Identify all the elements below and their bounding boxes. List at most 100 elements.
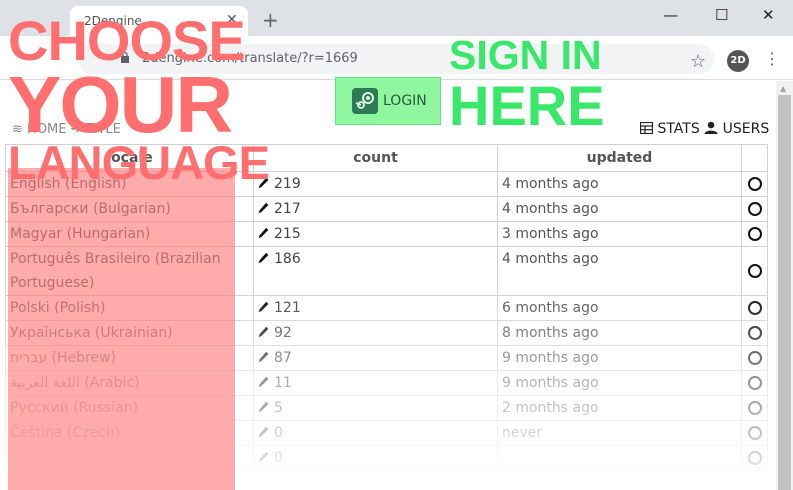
table-row[interactable]: Українська (Ukrainian) 92 8 months ago [5, 320, 768, 346]
locale-cell[interactable]: Português Brasileiro (Brazilian Portugue… [5, 246, 254, 296]
table-row[interactable]: Русский (Russian) 5 2 months ago [5, 395, 768, 421]
status-cell [741, 246, 768, 296]
users-link[interactable]: USERS [704, 121, 769, 137]
count-cell[interactable]: 217 [253, 196, 498, 222]
table-row[interactable]: Magyar (Hungarian) 215 3 months ago [5, 221, 768, 247]
circle-icon[interactable] [747, 451, 762, 465]
pencil-icon[interactable] [258, 202, 269, 214]
steam-icon [352, 88, 378, 114]
updated-cell: 3 months ago [497, 221, 742, 247]
pencil-icon[interactable] [258, 177, 269, 189]
count-cell[interactable]: 5 [253, 395, 498, 421]
locale-cell[interactable]: עברית (Hebrew) [5, 345, 254, 371]
circle-icon[interactable] [747, 376, 762, 390]
pencil-icon[interactable] [258, 426, 269, 438]
pencil-icon[interactable] [258, 227, 269, 239]
login-button[interactable]: LOGIN [335, 77, 441, 125]
locale-cell[interactable]: Русский (Russian) [5, 395, 254, 421]
new-tab-button[interactable]: + [262, 10, 279, 30]
stats-link[interactable]: STATS [639, 121, 700, 137]
status-cell [741, 221, 768, 247]
circle-icon[interactable] [747, 264, 762, 278]
table-row[interactable]: 0 [5, 445, 768, 471]
pencil-icon[interactable] [258, 376, 269, 388]
circle-icon[interactable] [747, 301, 762, 315]
table-row[interactable]: Български (Bulgarian) 217 4 months ago [5, 196, 768, 222]
updated-cell [497, 445, 742, 471]
circle-icon[interactable] [747, 227, 762, 241]
status-cell [741, 171, 768, 197]
updated-cell: 6 months ago [497, 295, 742, 321]
maximize-button[interactable]: ☐ [715, 6, 728, 24]
layers-icon: ≋ [12, 122, 23, 137]
circle-icon[interactable] [747, 401, 762, 415]
stats-label: STATS [657, 121, 700, 137]
locale-cell[interactable]: English (English) [5, 171, 254, 197]
table-row[interactable]: English (English) 219 4 months ago [5, 171, 768, 197]
table-row[interactable]: Čeština (Czech) 0 never [5, 420, 768, 446]
circle-icon[interactable] [747, 326, 762, 340]
locale-cell[interactable]: اللغة العربية (Arabic) [5, 370, 254, 396]
count-cell[interactable]: 0 [253, 420, 498, 446]
breadcrumb-title[interactable]: TITLE [86, 122, 121, 137]
locale-cell[interactable]: Polski (Polish) [5, 295, 254, 321]
column-header-updated[interactable]: updated [497, 144, 742, 172]
bookmark-star-icon[interactable]: ☆ [690, 53, 706, 71]
circle-icon[interactable] [747, 202, 762, 216]
updated-cell: 2 months ago [497, 395, 742, 421]
locale-cell[interactable]: Čeština (Czech) [5, 420, 254, 446]
count-value: 186 [274, 251, 301, 267]
url-text: 2dengine.com/translate/?r=1669 [142, 51, 358, 66]
page-scrollbar[interactable]: ▲ [776, 81, 793, 490]
tab-close-icon[interactable]: ✕ [226, 12, 238, 28]
circle-icon[interactable] [747, 351, 762, 365]
count-value: 217 [274, 201, 301, 217]
count-cell[interactable]: 87 [253, 345, 498, 371]
address-bar[interactable]: 2dengine.com/translate/?r=1669 [78, 44, 714, 74]
table-row[interactable]: Polski (Polish) 121 6 months ago [5, 295, 768, 321]
scroll-up-icon[interactable]: ▲ [780, 84, 786, 93]
pencil-icon[interactable] [258, 351, 269, 363]
circle-icon[interactable] [747, 177, 762, 191]
count-cell[interactable]: 215 [253, 221, 498, 247]
count-cell[interactable]: 121 [253, 295, 498, 321]
column-header-locale[interactable]: locale [5, 144, 254, 172]
pencil-icon[interactable] [258, 451, 269, 463]
pencil-icon[interactable] [258, 401, 269, 413]
circle-icon[interactable] [747, 426, 762, 440]
count-cell[interactable]: 92 [253, 320, 498, 346]
updated-cell: 9 months ago [497, 370, 742, 396]
status-cell [741, 445, 768, 471]
browser-tab[interactable]: 2Dengine [70, 6, 248, 36]
updated-cell: 8 months ago [497, 320, 742, 346]
pencil-icon[interactable] [258, 301, 269, 313]
count-value: 0 [274, 425, 283, 441]
count-value: 87 [274, 350, 292, 366]
browser-titlebar: 2Dengine ✕ + — ☐ ✕ [0, 0, 793, 36]
login-label: LOGIN [383, 93, 427, 109]
column-header-count[interactable]: count [253, 144, 498, 172]
close-window-button[interactable]: ✕ [762, 6, 775, 24]
table-row[interactable]: עברית (Hebrew) 87 9 months ago [5, 345, 768, 371]
table-row[interactable]: اللغة العربية (Arabic) 11 9 months ago [5, 370, 768, 396]
count-value: 11 [274, 375, 292, 391]
locale-cell[interactable]: Українська (Ukrainian) [5, 320, 254, 346]
locale-cell[interactable]: Magyar (Hungarian) [5, 221, 254, 247]
profile-avatar[interactable]: 2D [727, 50, 749, 72]
count-cell[interactable]: 219 [253, 171, 498, 197]
scrollbar-thumb[interactable] [778, 95, 791, 490]
count-cell[interactable]: 11 [253, 370, 498, 396]
breadcrumb-home[interactable]: HOME [27, 122, 66, 137]
locale-table: locale count updated English (English) 21… [5, 144, 768, 471]
minimize-button[interactable]: — [663, 6, 678, 24]
browser-menu-icon[interactable]: ⋮ [764, 50, 780, 68]
table-icon [639, 121, 654, 135]
count-cell[interactable]: 186 [253, 246, 498, 296]
locale-cell[interactable] [5, 445, 254, 471]
table-row[interactable]: Português Brasileiro (Brazilian Portugue… [5, 246, 768, 296]
pencil-icon[interactable] [258, 252, 269, 264]
pencil-icon[interactable] [258, 326, 269, 338]
locale-cell[interactable]: Български (Bulgarian) [5, 196, 254, 222]
count-cell[interactable]: 0 [253, 445, 498, 471]
tab-title: 2Dengine [84, 14, 142, 28]
